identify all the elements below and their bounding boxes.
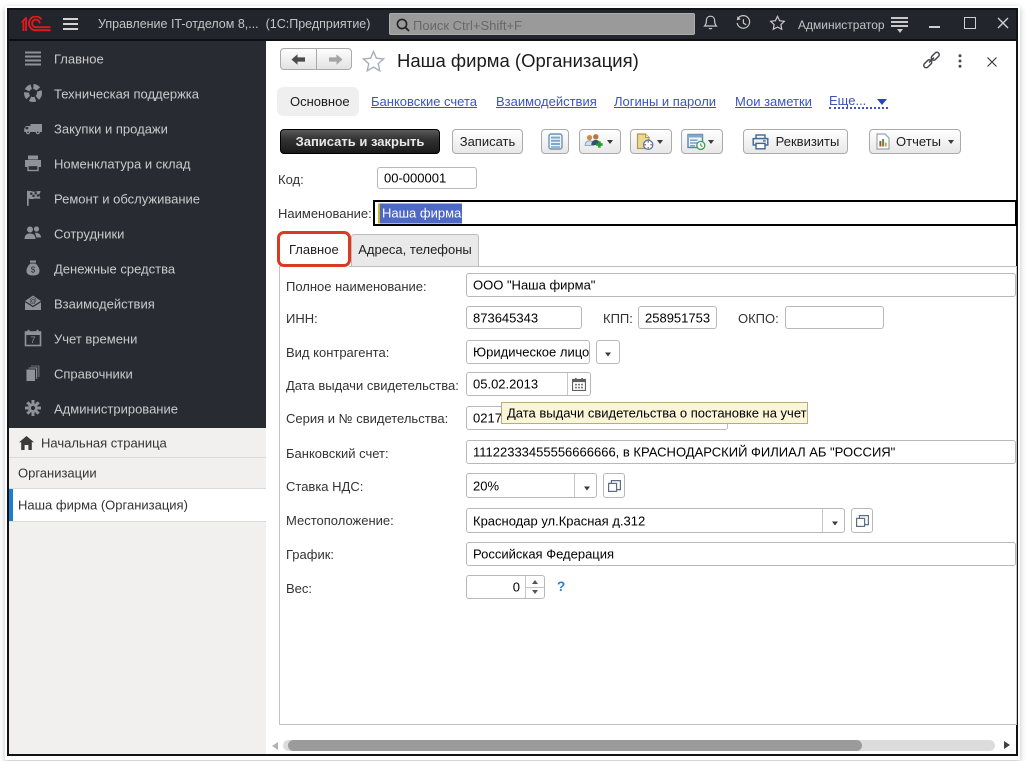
svg-text:7: 7 — [30, 335, 35, 345]
svg-text:$: $ — [31, 266, 36, 275]
svg-text:@: @ — [29, 296, 37, 305]
